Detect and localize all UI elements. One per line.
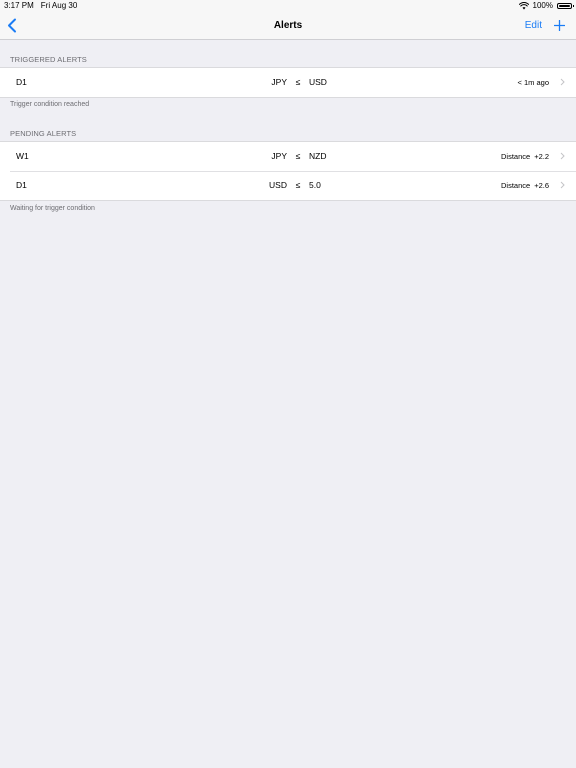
alert-condition: JPY ≤ USD [220,68,376,97]
triggered-alerts-list: D1 JPY ≤ USD < 1m ago [0,67,576,98]
chevron-right-icon [560,78,565,86]
condition-operator: ≤ [295,77,301,87]
status-left: 3:17 PM Fri Aug 30 [4,0,77,12]
alert-condition: JPY ≤ NZD [220,142,376,171]
status-date: Fri Aug 30 [40,1,78,10]
nav-bar: Alerts Edit [0,12,576,40]
triggered-section-footer: Trigger condition reached [10,101,90,108]
pending-section-header: PENDING ALERTS [10,129,77,138]
alert-detail: Distance +2.6 [501,171,549,200]
alert-detail: < 1m ago [514,68,549,97]
battery-fill [559,5,570,7]
detail-label: Distance [501,181,531,190]
status-bar: 3:17 PM Fri Aug 30 100% [0,0,576,12]
condition-operator: ≤ [295,151,301,161]
status-time: 3:17 PM [4,1,34,10]
alert-timeframe: D1 [16,180,27,190]
detail-value: < 1m ago [517,78,549,87]
pending-section-footer: Waiting for trigger condition [10,205,95,212]
page-title: Alerts [273,20,303,31]
detail-label: Distance [501,152,531,161]
pending-alerts-list: W1 JPY ≤ NZD Distance +2.2 D1 USD ≤ 5.0 … [0,141,576,201]
condition-lhs: JPY [271,77,287,87]
alert-timeframe: W1 [16,151,29,161]
condition-lhs: USD [269,180,287,190]
condition-rhs: 5.0 [309,180,321,190]
battery-percent: 100% [532,1,553,10]
alert-row-pending-1[interactable]: D1 USD ≤ 5.0 Distance +2.6 [0,171,576,200]
condition-rhs: NZD [309,151,327,161]
detail-value: +2.2 [534,152,549,161]
chevron-right-icon [560,181,565,189]
edit-button[interactable]: Edit [525,12,542,39]
battery-icon [557,3,574,9]
alert-row-triggered-0[interactable]: D1 JPY ≤ USD < 1m ago [0,68,576,97]
condition-operator: ≤ [295,180,301,190]
detail-value: +2.6 [534,181,549,190]
triggered-section-header: TRIGGERED ALERTS [10,55,87,64]
alert-condition: USD ≤ 5.0 [220,171,376,200]
alert-detail: Distance +2.2 [501,142,549,171]
status-right: 100% [518,0,574,12]
alert-timeframe: D1 [16,77,27,87]
condition-rhs: USD [309,77,327,87]
wifi-icon [518,2,529,10]
alert-row-pending-0[interactable]: W1 JPY ≤ NZD Distance +2.2 [0,142,576,171]
condition-lhs: JPY [271,151,287,161]
plus-icon[interactable] [554,20,565,31]
chevron-right-icon [560,152,565,160]
